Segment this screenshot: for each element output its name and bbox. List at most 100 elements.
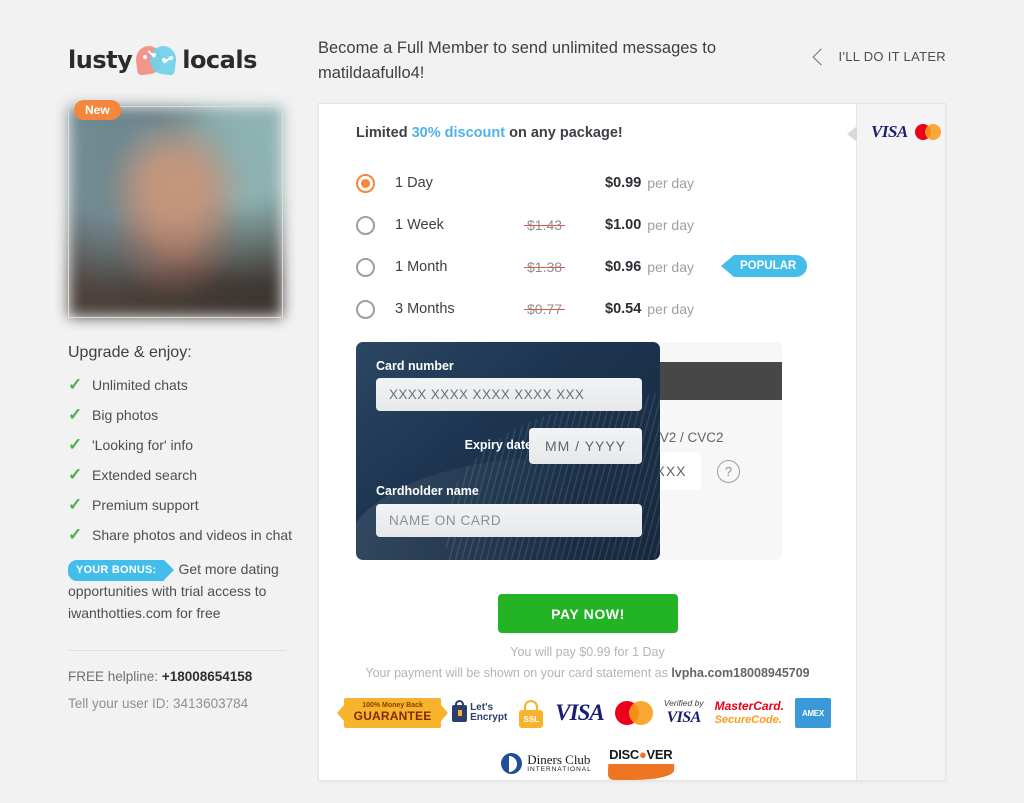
discount-prefix: Limited xyxy=(356,125,412,141)
diners-club-badge: Diners Club INTERNATIONAL xyxy=(501,753,592,774)
plan-period: per day xyxy=(647,175,694,191)
brand-name-right: locals xyxy=(182,46,257,74)
ssl-badge: SSL xyxy=(518,698,544,728)
checkout-panel: VISA Limited 30% discount on any package… xyxy=(318,103,946,781)
lock-icon xyxy=(452,699,468,722)
mastercard-securecode-line1: MasterCard. xyxy=(714,699,784,714)
verified-visa-label: VISA xyxy=(666,708,702,726)
amex-label: AMEX xyxy=(801,708,824,718)
radio-1-week[interactable] xyxy=(356,215,375,235)
discover-label-b: VER xyxy=(646,747,673,762)
money-back-top-label: 100% Money Back xyxy=(362,702,423,710)
list-item: ✓ Unlimited chats xyxy=(68,376,298,393)
profile-photo-container[interactable]: New xyxy=(68,100,283,318)
brand-logo[interactable]: lusty locals xyxy=(68,38,298,82)
popular-badge: POPULAR xyxy=(720,255,808,277)
benefits-list: ✓ Unlimited chats ✓ Big photos ✓ 'Lookin… xyxy=(68,376,298,543)
benefit-label: 'Looking for' info xyxy=(92,436,194,453)
radio-3-months[interactable] xyxy=(356,299,375,319)
diners-club-name: Diners Club xyxy=(527,752,591,768)
expiry-label: Expiry date xyxy=(464,438,532,452)
do-it-later-button[interactable]: I'LL DO IT LATER xyxy=(812,48,946,65)
plan-price: $1.00 xyxy=(605,217,642,233)
discover-badge: DISC●VER xyxy=(607,747,675,780)
list-item: ✓ Premium support xyxy=(68,496,298,513)
membership-upsell-page: lusty locals New Upgrade & enjoy: ✓ Unli… xyxy=(0,0,1024,803)
discover-dot-icon: ● xyxy=(638,747,647,762)
lets-encrypt-line1: Let's xyxy=(470,701,494,713)
plan-price: $0.96 xyxy=(605,259,642,275)
help-icon[interactable]: ? xyxy=(717,460,740,483)
pay-now-button[interactable]: PAY NOW! xyxy=(498,594,678,633)
upgrade-heading: Upgrade & enjoy: xyxy=(68,344,192,361)
benefit-label: Unlimited chats xyxy=(92,376,188,393)
check-icon: ✓ xyxy=(68,405,83,424)
cardholder-name-label: Cardholder name xyxy=(376,484,479,498)
logo-leaf-icon xyxy=(134,44,179,76)
money-back-guarantee-badge: 100% Money Back GUARANTEE xyxy=(337,698,449,728)
plan-option-1-week[interactable]: 1 Week $1.43 $1.00 per day xyxy=(356,204,826,246)
discover-label-a: DISC xyxy=(609,747,639,762)
plan-label: 1 Week xyxy=(395,217,444,233)
visa-logo: VISA xyxy=(871,122,908,141)
user-id-text: Tell your user ID: 3413603784 xyxy=(68,696,249,712)
page-title: Become a Full Member to send unlimited m… xyxy=(318,39,717,82)
plan-option-3-months[interactable]: 3 Months $0.77 $0.54 per day xyxy=(356,288,826,330)
statement-descriptor: lvpha.com18008945709 xyxy=(671,666,810,680)
plan-period: per day xyxy=(647,217,694,233)
list-item: ✓ 'Looking for' info xyxy=(68,436,298,453)
amex-badge: AMEX xyxy=(794,698,831,728)
check-icon: ✓ xyxy=(68,525,83,544)
verified-by-visa-badge: Verified by VISA xyxy=(663,698,704,726)
do-it-later-label: I'LL DO IT LATER xyxy=(838,49,946,64)
visa-label: VISA xyxy=(555,700,604,725)
card-number-label: Card number xyxy=(376,359,454,373)
discount-banner: Limited 30% discount on any package! xyxy=(356,125,623,141)
helpline-label: FREE helpline: xyxy=(68,669,159,685)
plan-label: 1 Month xyxy=(395,259,448,275)
plan-label: 1 Day xyxy=(395,175,433,191)
ssl-label: SSL xyxy=(523,714,540,724)
discover-swoosh-icon xyxy=(607,764,675,780)
diners-club-sub: INTERNATIONAL xyxy=(527,765,592,773)
cardholder-name-input[interactable]: NAME ON CARD xyxy=(376,504,642,537)
expiry-input[interactable]: MM / YYYY xyxy=(529,428,642,464)
accepted-card-logos: VISA xyxy=(871,122,941,142)
money-back-main-label: GUARANTEE xyxy=(353,709,432,724)
statement-prefix: Your payment will be shown on your card … xyxy=(365,666,672,680)
discount-highlight: 30% discount xyxy=(411,125,506,141)
plan-label: 3 Months xyxy=(395,301,455,317)
profile-photo-frame xyxy=(68,106,283,318)
plan-period: per day xyxy=(647,301,694,317)
lets-encrypt-badge: Let's Encrypt xyxy=(452,699,507,724)
plan-price: $0.99 xyxy=(605,175,642,191)
check-icon: ✓ xyxy=(68,375,83,394)
helpline: FREE helpline: +18008654158 xyxy=(68,669,298,684)
card-number-input[interactable]: XXXX XXXX XXXX XXXX XXX xyxy=(376,378,642,411)
bonus-block: YOUR BONUS: Get more dating opportunities… xyxy=(68,559,298,624)
discount-suffix: on any package! xyxy=(505,125,623,141)
list-item: ✓ Extended search xyxy=(68,466,298,483)
visa-badge: VISA xyxy=(555,700,604,726)
radio-1-day[interactable] xyxy=(356,173,375,193)
list-item: ✓ Big photos xyxy=(68,406,298,423)
plan-old-price: $1.43 xyxy=(527,217,563,233)
sidebar-divider xyxy=(68,650,286,652)
helpline-number[interactable]: +18008654158 xyxy=(162,669,252,684)
accepted-cards-side-tab[interactable]: VISA xyxy=(847,104,945,780)
plan-price: $0.54 xyxy=(605,301,642,317)
radio-1-month[interactable] xyxy=(356,257,375,277)
checkout-content: Limited 30% discount on any package! 1 D… xyxy=(319,104,856,780)
chevron-left-icon xyxy=(812,48,830,65)
page-header: Become a Full Member to send unlimited m… xyxy=(318,36,946,86)
bonus-badge: YOUR BONUS: xyxy=(68,559,175,581)
check-icon: ✓ xyxy=(68,495,83,514)
plan-option-1-day[interactable]: 1 Day $0.99 per day xyxy=(356,162,826,204)
verified-by-label: Verified by xyxy=(663,698,704,709)
benefit-label: Extended search xyxy=(92,466,198,483)
plan-old-price: $1.38 xyxy=(527,259,563,275)
plan-option-1-month[interactable]: 1 Month $1.38 $0.96 per day POPULAR xyxy=(356,246,826,288)
mastercard-icon xyxy=(614,701,653,725)
mastercard-securecode-line2: SecureCode. xyxy=(714,713,782,726)
mastercard-badge xyxy=(614,701,653,725)
